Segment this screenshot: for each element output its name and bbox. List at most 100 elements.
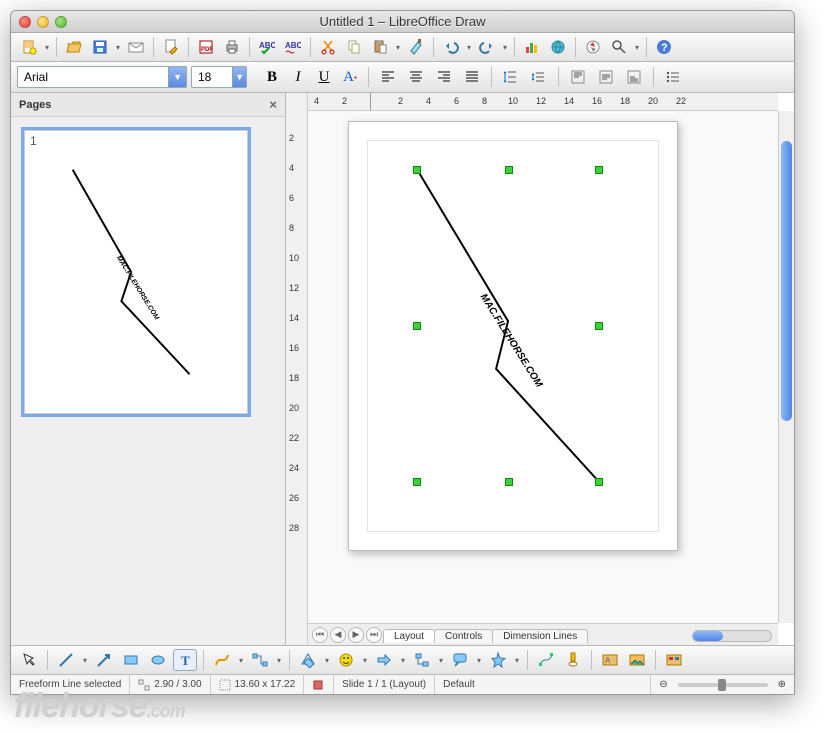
zoom-slider[interactable] — [678, 683, 768, 687]
save-button[interactable] — [88, 36, 112, 58]
help-button[interactable]: ? — [652, 36, 676, 58]
curve-dropdown-icon[interactable]: ▾ — [237, 656, 245, 665]
selection-handle[interactable] — [505, 166, 513, 174]
callouts-button[interactable] — [448, 649, 472, 671]
auto-spellcheck-button[interactable]: ABC — [281, 36, 305, 58]
paste-dropdown-icon[interactable]: ▾ — [394, 43, 402, 52]
ellipse-tool-button[interactable] — [146, 649, 170, 671]
symbol-shapes-button[interactable] — [334, 649, 358, 671]
print-button[interactable] — [220, 36, 244, 58]
redo-dropdown-icon[interactable]: ▾ — [501, 43, 509, 52]
line-dropdown-icon[interactable]: ▾ — [81, 656, 89, 665]
selection-handle[interactable] — [413, 322, 421, 330]
spellcheck-button[interactable]: ABC — [255, 36, 279, 58]
vertical-scrollbar[interactable] — [778, 111, 794, 623]
edit-points-button[interactable] — [534, 649, 558, 671]
selection-handle[interactable] — [505, 478, 513, 486]
zoom-dropdown-icon[interactable]: ▾ — [633, 43, 641, 52]
hyperlink-button[interactable] — [546, 36, 570, 58]
open-button[interactable] — [62, 36, 86, 58]
pages-panel-close-icon[interactable]: × — [269, 97, 277, 112]
email-button[interactable] — [124, 36, 148, 58]
stars-dropdown-icon[interactable]: ▾ — [513, 656, 521, 665]
bullets-button[interactable] — [661, 66, 685, 88]
close-window-button[interactable] — [19, 16, 31, 28]
save-dropdown-icon[interactable]: ▾ — [114, 43, 122, 52]
tab-layout[interactable]: Layout — [383, 629, 435, 643]
canvas-viewport[interactable]: MAC.FILEHORSE.COM — [308, 111, 778, 623]
rectangle-tool-button[interactable] — [119, 649, 143, 671]
chart-button[interactable] — [520, 36, 544, 58]
arrow-tool-button[interactable] — [92, 649, 116, 671]
new-dropdown-icon[interactable]: ▾ — [43, 43, 51, 52]
selection-handle[interactable] — [595, 166, 603, 174]
valign-bottom-button[interactable] — [622, 66, 646, 88]
valign-top-button[interactable] — [566, 66, 590, 88]
font-size-combo[interactable]: ▼ — [191, 66, 247, 88]
selection-handle[interactable] — [413, 478, 421, 486]
horizontal-scrollbar[interactable] — [692, 630, 772, 642]
font-color-button[interactable]: A▪ — [339, 66, 361, 88]
zoom-window-button[interactable] — [55, 16, 67, 28]
selection-handle[interactable] — [413, 166, 421, 174]
tab-controls[interactable]: Controls — [434, 629, 493, 643]
connector-dropdown-icon[interactable]: ▾ — [275, 656, 283, 665]
zoom-out-icon[interactable]: ⊖ — [659, 679, 667, 690]
line-tool-button[interactable] — [54, 649, 78, 671]
tab-dimension-lines[interactable]: Dimension Lines — [492, 629, 588, 643]
zoom-in-icon[interactable]: ⊕ — [778, 679, 786, 690]
font-name-combo[interactable]: ▼ — [17, 66, 187, 88]
gallery-button[interactable] — [662, 649, 686, 671]
cut-button[interactable] — [316, 36, 340, 58]
flowchart-dropdown-icon[interactable]: ▾ — [437, 656, 445, 665]
font-name-dropdown-icon[interactable]: ▼ — [168, 67, 186, 87]
drawing-page[interactable]: MAC.FILEHORSE.COM — [348, 121, 678, 551]
paste-button[interactable] — [368, 36, 392, 58]
tab-nav-prev-icon[interactable]: ◀ — [330, 627, 346, 643]
basic-shapes-dropdown-icon[interactable]: ▾ — [323, 656, 331, 665]
vertical-ruler[interactable]: 2 4 6 8 10 12 14 16 18 20 22 24 26 28 — [286, 93, 308, 645]
export-pdf-button[interactable]: PDF — [194, 36, 218, 58]
zoom-button[interactable] — [607, 36, 631, 58]
text-tool-button[interactable]: T — [173, 649, 197, 671]
align-center-button[interactable] — [404, 66, 428, 88]
undo-dropdown-icon[interactable]: ▾ — [465, 43, 473, 52]
curve-tool-button[interactable] — [210, 649, 234, 671]
selection-handle[interactable] — [595, 322, 603, 330]
edit-file-button[interactable] — [159, 36, 183, 58]
new-document-button[interactable] — [17, 36, 41, 58]
block-arrows-dropdown-icon[interactable]: ▾ — [399, 656, 407, 665]
bold-button[interactable]: B — [261, 66, 283, 88]
select-tool-button[interactable] — [17, 649, 41, 671]
connector-tool-button[interactable] — [248, 649, 272, 671]
callouts-dropdown-icon[interactable]: ▾ — [475, 656, 483, 665]
fontwork-button[interactable]: A — [598, 649, 622, 671]
font-size-dropdown-icon[interactable]: ▼ — [232, 67, 246, 87]
redo-button[interactable] — [475, 36, 499, 58]
tab-nav-first-icon[interactable]: ⏮ — [312, 627, 328, 643]
horizontal-scroll-thumb[interactable] — [693, 631, 723, 641]
align-left-button[interactable] — [376, 66, 400, 88]
page-thumbnail[interactable]: 1 MAC.FILEHORSE.COM — [21, 127, 251, 417]
font-size-input[interactable] — [192, 67, 232, 87]
copy-button[interactable] — [342, 36, 366, 58]
decrease-spacing-button[interactable] — [527, 66, 551, 88]
align-justify-button[interactable] — [460, 66, 484, 88]
underline-button[interactable]: U — [313, 66, 335, 88]
format-paintbrush-button[interactable] — [404, 36, 428, 58]
block-arrows-button[interactable] — [372, 649, 396, 671]
tab-nav-last-icon[interactable]: ⏭ — [366, 627, 382, 643]
glue-points-button[interactable] — [561, 649, 585, 671]
vertical-scroll-thumb[interactable] — [781, 141, 792, 421]
font-name-input[interactable] — [18, 67, 168, 87]
symbol-shapes-dropdown-icon[interactable]: ▾ — [361, 656, 369, 665]
undo-button[interactable] — [439, 36, 463, 58]
minimize-window-button[interactable] — [37, 16, 49, 28]
selection-handle[interactable] — [595, 478, 603, 486]
increase-spacing-button[interactable] — [499, 66, 523, 88]
italic-button[interactable]: I — [287, 66, 309, 88]
align-right-button[interactable] — [432, 66, 456, 88]
from-file-button[interactable] — [625, 649, 649, 671]
tab-nav-next-icon[interactable]: ▶ — [348, 627, 364, 643]
zoom-slider-thumb[interactable] — [718, 679, 726, 691]
